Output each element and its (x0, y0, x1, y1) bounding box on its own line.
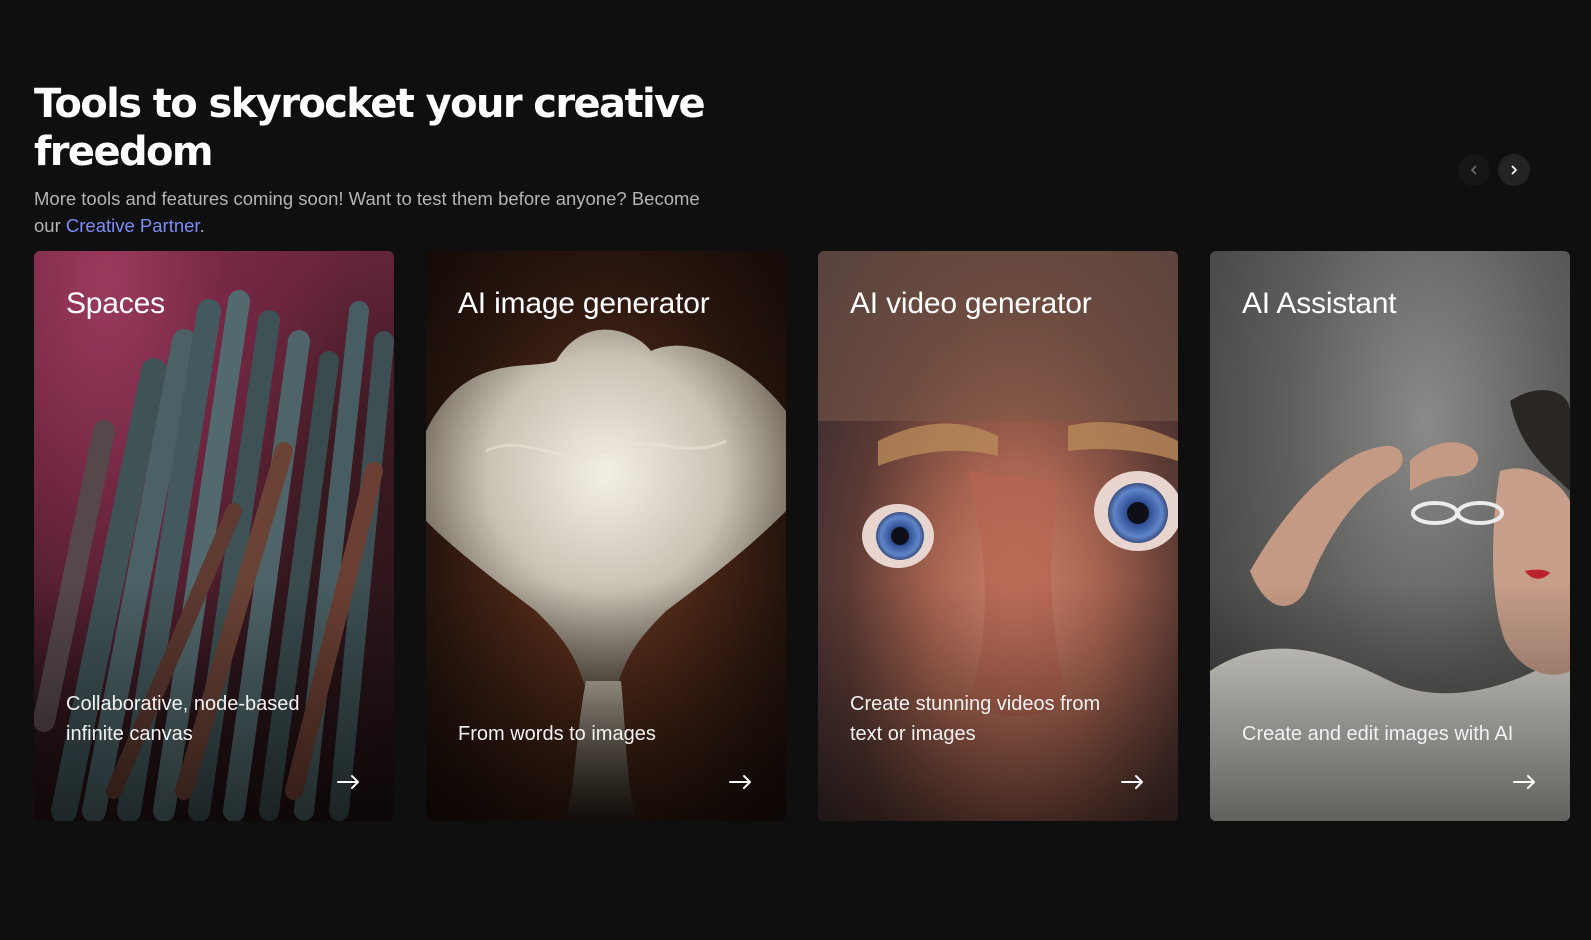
carousel-nav (1458, 154, 1530, 186)
card-footer: Create stunning videos from text or imag… (850, 693, 1146, 793)
card-ai-video-generator[interactable]: AI video generator Create stunning video… (818, 251, 1178, 821)
arrow-right-icon (1513, 775, 1535, 789)
card-footer: From words to images (458, 697, 754, 793)
creative-partner-link[interactable]: Creative Partner (66, 215, 200, 236)
card-description: Create and edit images with AI (1242, 723, 1514, 745)
card-footer: Collaborative, node-based infinite canva… (66, 693, 362, 793)
card-description: Collaborative, node-based infinite canva… (66, 693, 300, 745)
subtitle-period: . (199, 214, 205, 236)
card-spaces[interactable]: Spaces Collaborative, node-based infinit… (34, 251, 394, 821)
chevron-right-icon (1511, 165, 1517, 175)
section-header: Tools to skyrocket your creative freedom… (34, 80, 754, 239)
card-title: AI Assistant (1242, 287, 1397, 320)
card-ai-assistant[interactable]: AI Assistant Create and edit images with… (1210, 251, 1570, 821)
card-title: AI video generator (850, 287, 1092, 320)
carousel-next-button[interactable] (1498, 154, 1530, 186)
card-title: Spaces (66, 287, 165, 320)
section-subtitle: More tools and features coming soon! Wan… (34, 186, 724, 239)
card-ai-image-generator[interactable]: AI image generator From words to images (426, 251, 786, 821)
card-footer: Create and edit images with AI (1242, 697, 1538, 793)
tools-section: Tools to skyrocket your creative freedom… (0, 0, 1591, 940)
arrow-right-icon (1121, 775, 1143, 789)
card-description: Create stunning videos from text or imag… (850, 693, 1101, 745)
arrow-right-icon (337, 775, 359, 789)
section-title: Tools to skyrocket your creative freedom (34, 81, 706, 175)
carousel-prev-button[interactable] (1458, 154, 1490, 186)
tool-cards: Spaces Collaborative, node-based infinit… (34, 251, 1570, 821)
card-description: From words to images (458, 723, 656, 745)
arrow-right-icon (729, 775, 751, 789)
card-title: AI image generator (458, 287, 710, 320)
chevron-left-icon (1471, 165, 1477, 175)
